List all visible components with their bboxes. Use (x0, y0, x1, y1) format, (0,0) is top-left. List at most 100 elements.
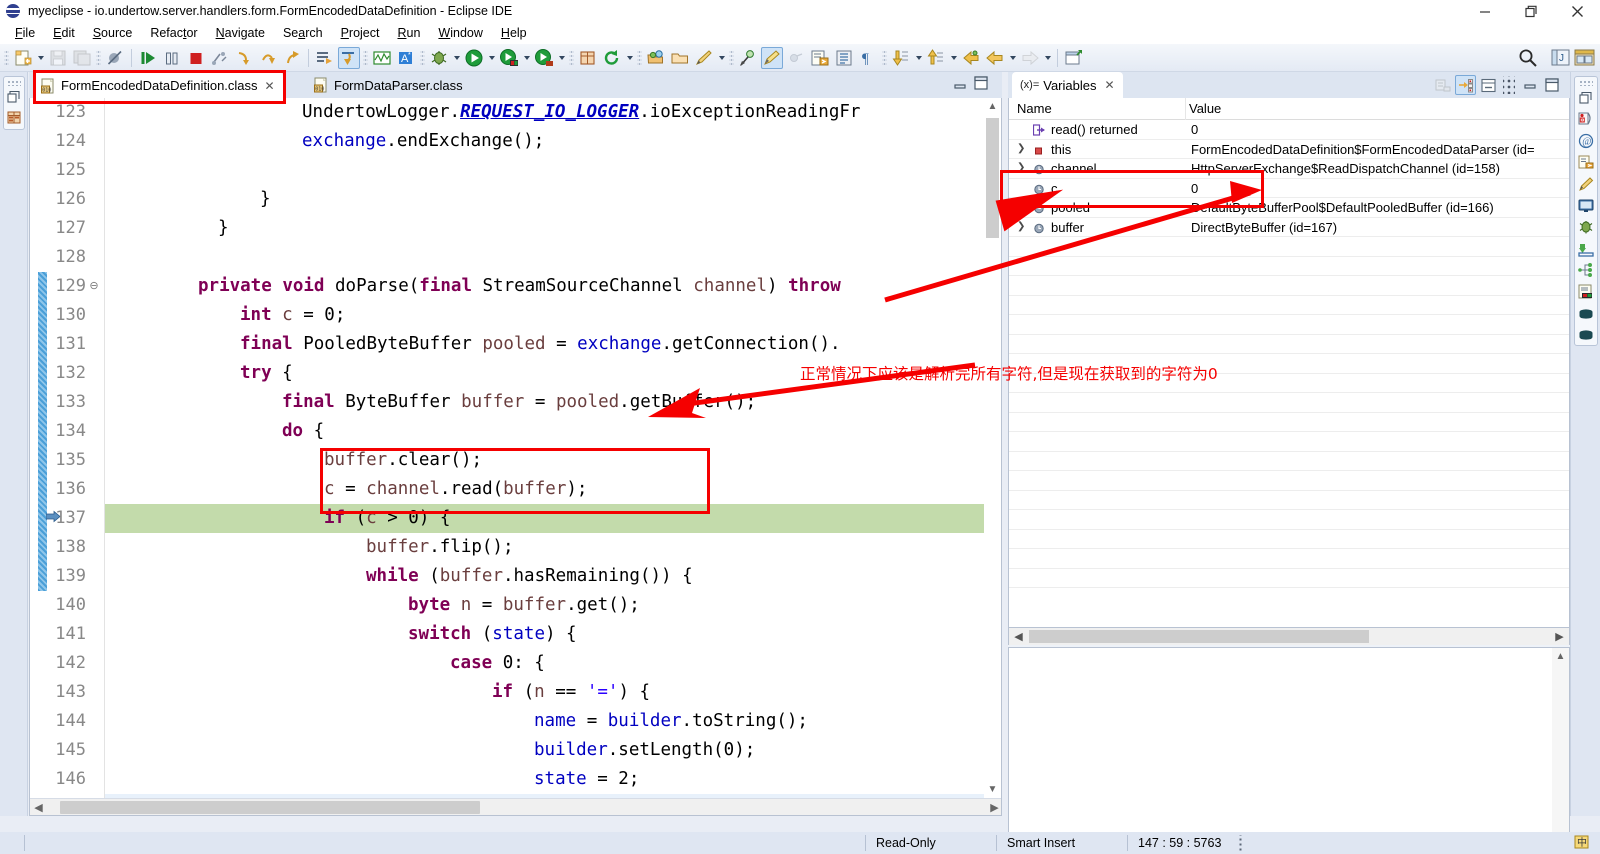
scrollbar-thumb[interactable] (986, 118, 999, 238)
menu-search[interactable]: Search (274, 24, 332, 42)
restore-button[interactable] (1508, 0, 1554, 22)
new-wizard-dropdown[interactable] (35, 47, 46, 69)
next-annotation-dropdown[interactable] (913, 47, 924, 69)
new-window-icon[interactable] (1063, 47, 1085, 69)
table-row[interactable]: read() returned 0 (1009, 120, 1569, 140)
hierarchy-icon[interactable] (1576, 261, 1596, 281)
search-type-icon[interactable] (737, 47, 759, 69)
menu-run[interactable]: Run (388, 24, 429, 42)
menu-window[interactable]: Window (429, 24, 491, 42)
back-dropdown[interactable] (1007, 47, 1018, 69)
perspective-debug-icon[interactable] (1574, 47, 1596, 69)
open-task-2-icon[interactable] (669, 47, 691, 69)
variables-horizontal-scrollbar[interactable]: ◀ ▶ (1008, 628, 1570, 645)
refresh-dropdown[interactable] (624, 47, 635, 69)
toolbar-grip-2[interactable] (96, 48, 101, 67)
refresh-icon[interactable] (601, 47, 623, 69)
toolbar-grip-8[interactable] (882, 48, 887, 67)
pencil-dropdown[interactable] (716, 47, 727, 69)
prev-annotation-icon[interactable] (925, 47, 947, 69)
close-button[interactable] (1554, 0, 1600, 22)
run-as-server-dropdown[interactable] (521, 47, 532, 69)
debug-view-icon[interactable] (1576, 217, 1596, 237)
table-row[interactable]: ❯ pooled DefaultByteBufferPool$DefaultPo… (1009, 198, 1569, 218)
close-icon[interactable]: ✕ (1104, 78, 1114, 92)
scroll-left-icon[interactable]: ◀ (1011, 628, 1026, 645)
editor-horizontal-scrollbar[interactable]: ◀ ▶ (30, 798, 1001, 815)
minimize-view-icon[interactable] (1519, 75, 1540, 95)
toggle-icon[interactable] (785, 47, 807, 69)
restore-view-icon[interactable] (1576, 88, 1596, 108)
editor-tab-form-encoded-data-definition[interactable]: 010 FormEncodedDataDefinition.class ✕ (33, 72, 283, 98)
restore-view-icon[interactable] (5, 88, 23, 106)
collapse-all-icon[interactable] (1432, 75, 1453, 95)
menu-project[interactable]: Project (332, 24, 389, 42)
forward-dropdown[interactable] (1042, 47, 1053, 69)
chevron-right-icon[interactable]: ❯ (1017, 162, 1027, 174)
pencil-icon[interactable] (693, 47, 715, 69)
suspend-icon[interactable] (161, 47, 183, 69)
chevron-right-icon[interactable]: ❯ (1017, 201, 1027, 213)
pencil-view-icon[interactable] (1576, 174, 1596, 194)
toolbar-grip[interactable] (4, 48, 9, 67)
paragraph-icon[interactable]: ¶ (857, 47, 879, 69)
resume-icon[interactable] (137, 47, 159, 69)
show-logical-structure-icon[interactable] (1455, 75, 1476, 95)
toolbar-grip-6[interactable] (637, 48, 642, 67)
profile-icon[interactable] (533, 47, 555, 69)
servers-icon[interactable] (1576, 282, 1596, 302)
maximize-view-icon[interactable] (1542, 75, 1563, 95)
toolbar-grip-3[interactable] (363, 48, 368, 67)
scrollbar-thumb[interactable] (1029, 630, 1369, 643)
column-header-name[interactable]: Name (1017, 101, 1052, 116)
profile-dropdown[interactable] (556, 47, 567, 69)
toolbar-grip-7[interactable] (729, 48, 734, 67)
menu-source[interactable]: Source (84, 24, 142, 42)
perspective-java-icon[interactable]: J (1550, 47, 1572, 69)
status-overflow-icon[interactable] (1238, 835, 1244, 851)
step-return-icon[interactable] (281, 47, 303, 69)
menu-navigate[interactable]: Navigate (207, 24, 274, 42)
x-ray-icon[interactable]: x (1576, 109, 1596, 129)
debug-dropdown[interactable] (451, 47, 462, 69)
back-icon[interactable] (984, 47, 1006, 69)
step-over-icon[interactable] (257, 47, 279, 69)
new-annotation-icon[interactable]: A * (395, 47, 417, 69)
open-task-icon[interactable] (314, 47, 336, 69)
writing-mode-icon[interactable]: 中 (1574, 834, 1590, 853)
minimize-button[interactable] (1462, 0, 1508, 22)
table-row[interactable]: ❯ this FormEncodedDataDefinition$FormEnc… (1009, 140, 1569, 159)
scroll-up-icon[interactable]: ▲ (984, 98, 1001, 115)
chevron-right-icon[interactable]: ❯ (1017, 221, 1027, 233)
editor-tab-form-data-parser[interactable]: 010 FormDataParser.class (306, 72, 471, 98)
fold-marker-icon[interactable]: ⊖ (88, 272, 100, 301)
open-type-icon[interactable] (645, 47, 667, 69)
save-all-icon[interactable] (71, 47, 93, 69)
scroll-right-icon[interactable]: ▶ (1552, 628, 1567, 645)
new-package-icon[interactable] (577, 47, 599, 69)
run-as-server-icon[interactable] (498, 47, 520, 69)
editor-vertical-scrollbar[interactable]: ▲ ▼ (984, 98, 1001, 798)
install-icon[interactable] (1576, 239, 1596, 259)
list-view-icon[interactable] (833, 47, 855, 69)
table-row[interactable]: c 0 (1009, 179, 1569, 198)
scroll-up-icon[interactable]: ▲ (1552, 648, 1569, 665)
toolbar-grip-4[interactable] (420, 48, 425, 67)
toggle-mark-occurrences-icon[interactable] (338, 46, 360, 69)
chevron-right-icon[interactable]: ❯ (1017, 143, 1027, 155)
skip-all-breakpoints-icon[interactable] (104, 47, 126, 69)
variables-detail-pane[interactable]: ▲ ▼ (1008, 647, 1570, 854)
console-icon[interactable] (1576, 196, 1596, 216)
package-explorer-icon[interactable] (5, 108, 23, 126)
column-header-value[interactable]: Value (1189, 101, 1221, 116)
status-writing-icon-cell[interactable]: 中 (1564, 832, 1600, 854)
save-icon[interactable] (47, 47, 69, 69)
table-row[interactable]: ❯ channel HttpServerExchange$ReadDispatc… (1009, 159, 1569, 179)
database-2-icon[interactable] (1576, 325, 1596, 345)
forward-icon[interactable] (1019, 47, 1041, 69)
prev-annotation-dropdown[interactable] (948, 47, 959, 69)
table-row[interactable]: ❯ buffer DirectByteBuffer (id=167) (1009, 218, 1569, 237)
step-into-icon[interactable] (233, 47, 255, 69)
show-detail-pane-icon[interactable] (1478, 75, 1499, 95)
toolbar-grip-5[interactable] (569, 48, 574, 67)
